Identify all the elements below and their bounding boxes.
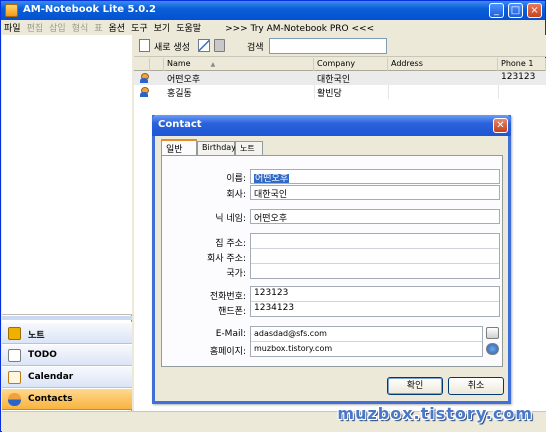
- ok-button[interactable]: 확인: [387, 377, 443, 395]
- work-address-label: 회사 주소:: [206, 254, 246, 264]
- table-row[interactable]: 어떤오후 대한국인 123123: [134, 71, 546, 85]
- sort-ascending-icon: ▲: [210, 61, 216, 68]
- sidebar-item-todo[interactable]: TODO: [2, 344, 132, 366]
- name-value: 어떤오후: [254, 174, 290, 184]
- column-header-phone1[interactable]: Phone 1: [498, 58, 546, 71]
- promo-link[interactable]: >>> Try AM-Notebook PRO <<<: [222, 23, 377, 35]
- tab-notes[interactable]: 노트: [235, 141, 263, 155]
- sidebar-item-label: Calendar: [28, 372, 74, 382]
- column-header-name[interactable]: Name ▲: [164, 58, 314, 71]
- cell-name: 어떤오후: [167, 75, 201, 85]
- address-block: [250, 233, 500, 279]
- open-web-icon[interactable]: [486, 343, 499, 355]
- sidebar-item-label: TODO: [28, 350, 57, 360]
- tab-general[interactable]: 일반: [161, 139, 197, 156]
- cell-phone1: 123123: [501, 72, 536, 82]
- menu-bar: 파일 편집 삽입 형식 표 옵션 도구 보기 도움말 >>> Try AM-Notebook PR…: [1, 20, 545, 35]
- contact-icon: [140, 73, 149, 83]
- phone-field[interactable]: 123123: [251, 287, 499, 302]
- email-label: E-Mail:: [215, 329, 246, 339]
- cell-name: 홍길동: [167, 89, 192, 99]
- main-window: AM-Notebook Lite 5.0.2 _ □ × 파일 편집 삽입 형식 표 옵션…: [0, 0, 546, 432]
- send-email-icon[interactable]: [486, 327, 499, 339]
- sidebar-item-label: Contacts: [28, 394, 73, 404]
- company-field[interactable]: 대한국인: [250, 185, 500, 200]
- email-field[interactable]: adasdad@sfs.com: [251, 327, 482, 342]
- attachment-column-header[interactable]: [150, 58, 164, 71]
- checkbox-icon: [8, 349, 21, 362]
- sidebar-item-calendar[interactable]: Calendar: [2, 366, 132, 388]
- menu-table[interactable]: 표: [91, 20, 105, 35]
- homepage-field[interactable]: muzbox.tistory.com: [251, 342, 482, 357]
- dialog-title: Contact: [158, 119, 202, 130]
- window-title: AM-Notebook Lite 5.0.2: [23, 4, 156, 15]
- name-label: 이름:: [226, 174, 246, 184]
- nickname-label: 닉 네임:: [215, 214, 246, 224]
- menu-help[interactable]: 도움말: [173, 20, 204, 35]
- menu-file[interactable]: 파일: [1, 20, 24, 35]
- cell-company: 활빈당: [317, 89, 342, 99]
- sidebar-item-label: 노트: [28, 331, 45, 341]
- nickname-field[interactable]: 어떤오후: [250, 209, 500, 224]
- dialog-title-bar[interactable]: Contact ✕: [152, 115, 511, 136]
- sidebar-splitter[interactable]: [2, 316, 132, 320]
- mobile-field[interactable]: 1234123: [251, 302, 499, 317]
- column-header-company[interactable]: Company: [314, 58, 388, 71]
- app-icon: [5, 4, 18, 17]
- web-block: adasdad@sfs.com muzbox.tistory.com: [250, 326, 483, 357]
- name-field[interactable]: 어떤오후: [250, 169, 500, 184]
- cell-company: 대한국인: [317, 75, 351, 85]
- sidebar-item-notes[interactable]: 노트: [2, 322, 132, 344]
- general-tab-panel: 이름: 어떤오후 회사: 대한국인 닉 네임: 어떤오후 집 주소: 회사 주소…: [161, 155, 503, 367]
- menu-insert[interactable]: 삽입: [46, 20, 69, 35]
- menu-edit[interactable]: 편집: [24, 20, 47, 35]
- mobile-label: 핸드폰:: [218, 307, 246, 317]
- cancel-button[interactable]: 취소: [448, 377, 504, 395]
- contact-icon: [140, 87, 149, 97]
- table-header: Name ▲ Company Address Phone 1: [134, 58, 546, 71]
- country-field[interactable]: [251, 264, 499, 279]
- toolbar: 새로 생성 검색: [134, 35, 546, 57]
- icon-column-header[interactable]: [134, 58, 150, 71]
- minimize-button[interactable]: _: [489, 3, 504, 18]
- home-address-label: 집 주소:: [215, 239, 246, 249]
- menu-format[interactable]: 형식: [69, 20, 92, 35]
- home-address-field[interactable]: [251, 234, 499, 249]
- phone-block: 123123 1234123: [250, 286, 500, 317]
- sidebar: 노트 TODO Calendar Contacts: [2, 35, 132, 411]
- tab-birthday[interactable]: Birthday: [197, 141, 236, 155]
- column-label: Name: [167, 59, 191, 68]
- menu-view[interactable]: 보기: [151, 20, 174, 35]
- new-document-icon[interactable]: [139, 39, 150, 52]
- work-address-field[interactable]: [251, 249, 499, 264]
- company-label: 회사:: [226, 190, 246, 200]
- contact-dialog: Contact ✕ 일반 Birthday 노트 이름: 어떤오후 회사: 대한…: [152, 115, 511, 404]
- watermark: muzbox.tistory.com: [337, 404, 533, 423]
- edit-icon[interactable]: [198, 39, 210, 52]
- menu-tools[interactable]: 도구: [128, 20, 151, 35]
- person-icon: [8, 393, 21, 406]
- country-label: 국가:: [226, 269, 246, 279]
- sidebar-item-contacts[interactable]: Contacts: [2, 388, 132, 410]
- dialog-close-button[interactable]: ✕: [493, 118, 508, 133]
- phone-label: 전화번호:: [209, 292, 246, 302]
- homepage-label: 홈페이지:: [209, 347, 246, 357]
- menu-options[interactable]: 옵션: [106, 20, 129, 35]
- table-row[interactable]: 홍길동 활빈당: [134, 85, 546, 99]
- trash-icon[interactable]: [214, 39, 225, 52]
- sidebar-tree-pane[interactable]: [2, 35, 132, 315]
- maximize-button[interactable]: □: [508, 3, 523, 18]
- new-button[interactable]: 새로 생성: [154, 40, 190, 53]
- calendar-icon: [8, 371, 21, 384]
- note-icon: [8, 327, 21, 340]
- column-header-address[interactable]: Address: [388, 58, 498, 71]
- title-bar[interactable]: AM-Notebook Lite 5.0.2 _ □ ×: [1, 1, 545, 20]
- search-input[interactable]: [269, 38, 387, 54]
- close-button[interactable]: ×: [527, 3, 542, 18]
- search-label: 검색: [247, 43, 264, 53]
